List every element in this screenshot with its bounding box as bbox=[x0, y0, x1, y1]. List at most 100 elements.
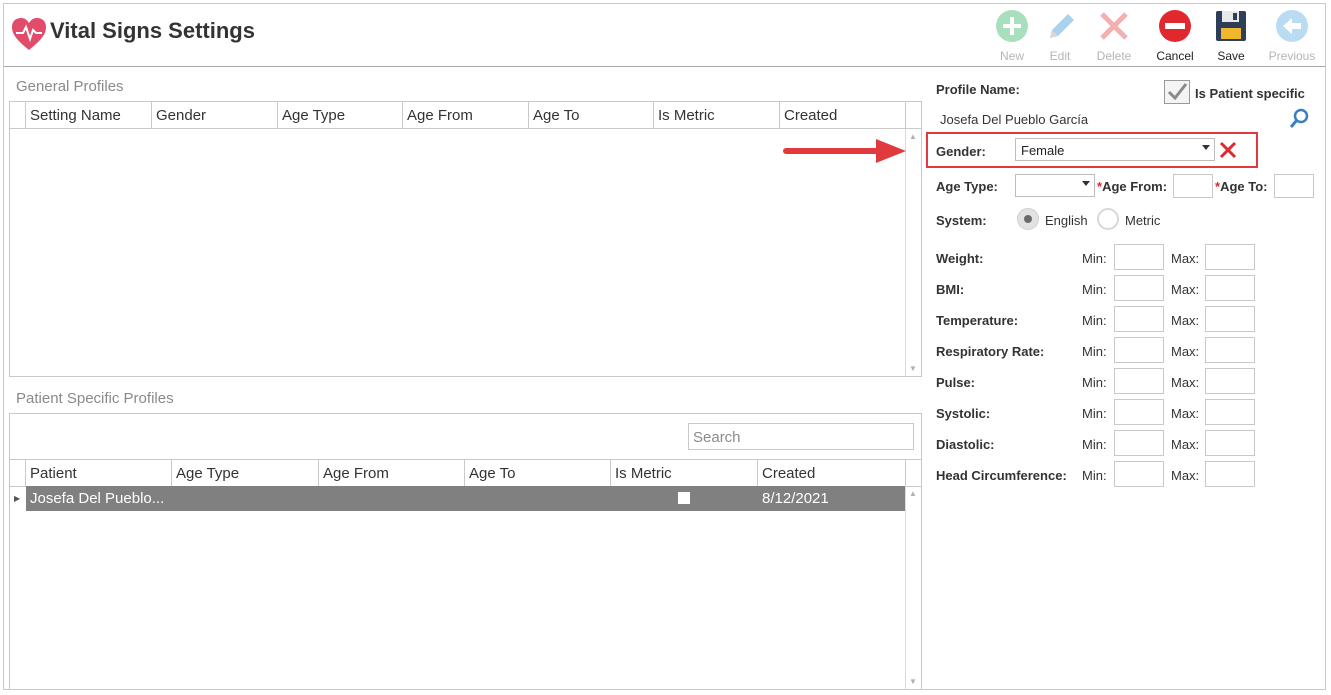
table-row[interactable]: Josefa Del Pueblo... 8/12/2021 bbox=[26, 486, 905, 511]
col-created[interactable]: Created bbox=[757, 460, 905, 486]
head-circumference-max-input[interactable] bbox=[1205, 461, 1255, 487]
clear-x-icon[interactable] bbox=[1218, 140, 1238, 160]
vital-label: Temperature: bbox=[936, 313, 1019, 328]
max-label: Max: bbox=[1171, 251, 1200, 266]
arrow-left-circle-icon bbox=[1276, 10, 1308, 42]
search-input[interactable]: Search bbox=[688, 423, 914, 450]
col-age-type[interactable]: Age Type bbox=[171, 460, 318, 486]
max-label: Max: bbox=[1171, 468, 1200, 483]
patient-profiles-grid: Search Patient Age Type Age From Age To … bbox=[9, 413, 922, 690]
row-indicator-icon: ▶ bbox=[14, 494, 21, 503]
scroll-up-icon[interactable]: ▲ bbox=[909, 489, 917, 498]
col-is-metric[interactable]: Is Metric bbox=[653, 102, 779, 128]
heart-pulse-icon bbox=[12, 18, 46, 50]
is-metric-checkbox[interactable] bbox=[678, 492, 690, 504]
col-age-from[interactable]: Age From bbox=[318, 460, 464, 486]
cancel-circle-icon bbox=[1159, 10, 1191, 42]
vital-label: Diastolic: bbox=[936, 437, 995, 452]
min-label: Min: bbox=[1082, 251, 1107, 266]
age-type-select[interactable] bbox=[1015, 174, 1095, 197]
min-label: Min: bbox=[1082, 344, 1107, 359]
min-label: Min: bbox=[1082, 406, 1107, 421]
vital-label: Systolic: bbox=[936, 406, 991, 421]
min-label: Min: bbox=[1082, 468, 1107, 483]
is-patient-specific-checkbox[interactable] bbox=[1164, 80, 1190, 104]
floppy-disk-icon bbox=[1216, 11, 1246, 41]
app-window: Vital Signs Settings New Edit Delete Can… bbox=[3, 3, 1326, 690]
general-profiles-title: General Profiles bbox=[16, 78, 124, 95]
pulse-max-input[interactable] bbox=[1205, 368, 1255, 394]
col-age-from[interactable]: Age From bbox=[402, 102, 528, 128]
english-radio[interactable] bbox=[1017, 208, 1039, 230]
pulse-min-input[interactable] bbox=[1114, 368, 1164, 394]
vital-label: Head Circumference: bbox=[936, 468, 1067, 483]
chevron-down-icon bbox=[1202, 145, 1210, 150]
col-patient[interactable]: Patient bbox=[25, 460, 171, 486]
min-label: Min: bbox=[1082, 313, 1107, 328]
diastolic-min-input[interactable] bbox=[1114, 430, 1164, 456]
delete-button[interactable]: Delete bbox=[1087, 8, 1141, 63]
scroll-down-icon[interactable]: ▼ bbox=[909, 364, 917, 373]
weight-max-input[interactable] bbox=[1205, 244, 1255, 270]
age-to-input[interactable] bbox=[1274, 174, 1314, 198]
metric-radio[interactable] bbox=[1097, 208, 1119, 230]
profile-name-label: Profile Name: bbox=[936, 82, 1020, 97]
gender-select[interactable]: Female bbox=[1015, 138, 1215, 161]
min-label: Min: bbox=[1082, 375, 1107, 390]
chevron-down-icon bbox=[1082, 181, 1090, 186]
callout-arrow-icon bbox=[783, 139, 906, 163]
age-type-label: Age Type: bbox=[936, 179, 998, 194]
systolic-min-input[interactable] bbox=[1114, 399, 1164, 425]
edit-button[interactable]: Edit bbox=[1033, 8, 1087, 63]
page-title: Vital Signs Settings bbox=[50, 18, 255, 43]
metric-label: Metric bbox=[1125, 213, 1161, 228]
vital-label: Respiratory Rate: bbox=[936, 344, 1045, 359]
vital-label: BMI: bbox=[936, 282, 965, 297]
respiratory-rate-max-input[interactable] bbox=[1205, 337, 1255, 363]
weight-min-input[interactable] bbox=[1114, 244, 1164, 270]
max-label: Max: bbox=[1171, 437, 1200, 452]
patient-cell: Josefa Del Pueblo... bbox=[30, 490, 165, 507]
max-label: Max: bbox=[1171, 313, 1200, 328]
vital-label: Pulse: bbox=[936, 375, 976, 390]
is-patient-specific-label: Is Patient specific bbox=[1195, 86, 1305, 101]
col-age-to[interactable]: Age To bbox=[528, 102, 653, 128]
system-label: System: bbox=[936, 213, 987, 228]
col-age-type[interactable]: Age Type bbox=[277, 102, 402, 128]
cancel-button[interactable]: Cancel bbox=[1148, 8, 1202, 63]
profile-name-value: Josefa Del Pueblo García bbox=[940, 112, 1089, 127]
col-created[interactable]: Created bbox=[779, 102, 905, 128]
pencil-icon bbox=[1050, 14, 1074, 38]
patient-profiles-header: Patient Age Type Age From Age To Is Metr… bbox=[10, 459, 921, 487]
max-label: Max: bbox=[1171, 344, 1200, 359]
col-is-metric[interactable]: Is Metric bbox=[610, 460, 757, 486]
patient-profiles-scrollbar[interactable]: ▲ ▼ bbox=[905, 486, 921, 689]
scroll-down-icon[interactable]: ▼ bbox=[909, 677, 917, 686]
patient-profiles-title: Patient Specific Profiles bbox=[16, 390, 174, 407]
max-label: Max: bbox=[1171, 406, 1200, 421]
age-from-input[interactable] bbox=[1173, 174, 1213, 198]
checkmark-icon bbox=[1167, 83, 1188, 101]
plus-circle-icon bbox=[996, 10, 1028, 42]
search-icon[interactable] bbox=[1288, 108, 1310, 130]
bmi-max-input[interactable] bbox=[1205, 275, 1255, 301]
age-to-label: *Age To: bbox=[1215, 179, 1268, 194]
systolic-max-input[interactable] bbox=[1205, 399, 1255, 425]
max-label: Max: bbox=[1171, 375, 1200, 390]
col-gender[interactable]: Gender bbox=[151, 102, 277, 128]
new-button[interactable]: New bbox=[985, 8, 1039, 63]
delete-x-icon bbox=[1100, 12, 1128, 40]
save-button[interactable]: Save bbox=[1204, 8, 1258, 63]
temperature-min-input[interactable] bbox=[1114, 306, 1164, 332]
col-age-to[interactable]: Age To bbox=[464, 460, 610, 486]
previous-button[interactable]: Previous bbox=[1265, 8, 1319, 63]
diastolic-max-input[interactable] bbox=[1205, 430, 1255, 456]
bmi-min-input[interactable] bbox=[1114, 275, 1164, 301]
col-setting-name[interactable]: Setting Name bbox=[25, 102, 151, 128]
head-circumference-min-input[interactable] bbox=[1114, 461, 1164, 487]
vital-label: Weight: bbox=[936, 251, 984, 266]
temperature-max-input[interactable] bbox=[1205, 306, 1255, 332]
created-cell: 8/12/2021 bbox=[762, 490, 829, 507]
scroll-up-icon[interactable]: ▲ bbox=[909, 132, 917, 141]
respiratory-rate-min-input[interactable] bbox=[1114, 337, 1164, 363]
